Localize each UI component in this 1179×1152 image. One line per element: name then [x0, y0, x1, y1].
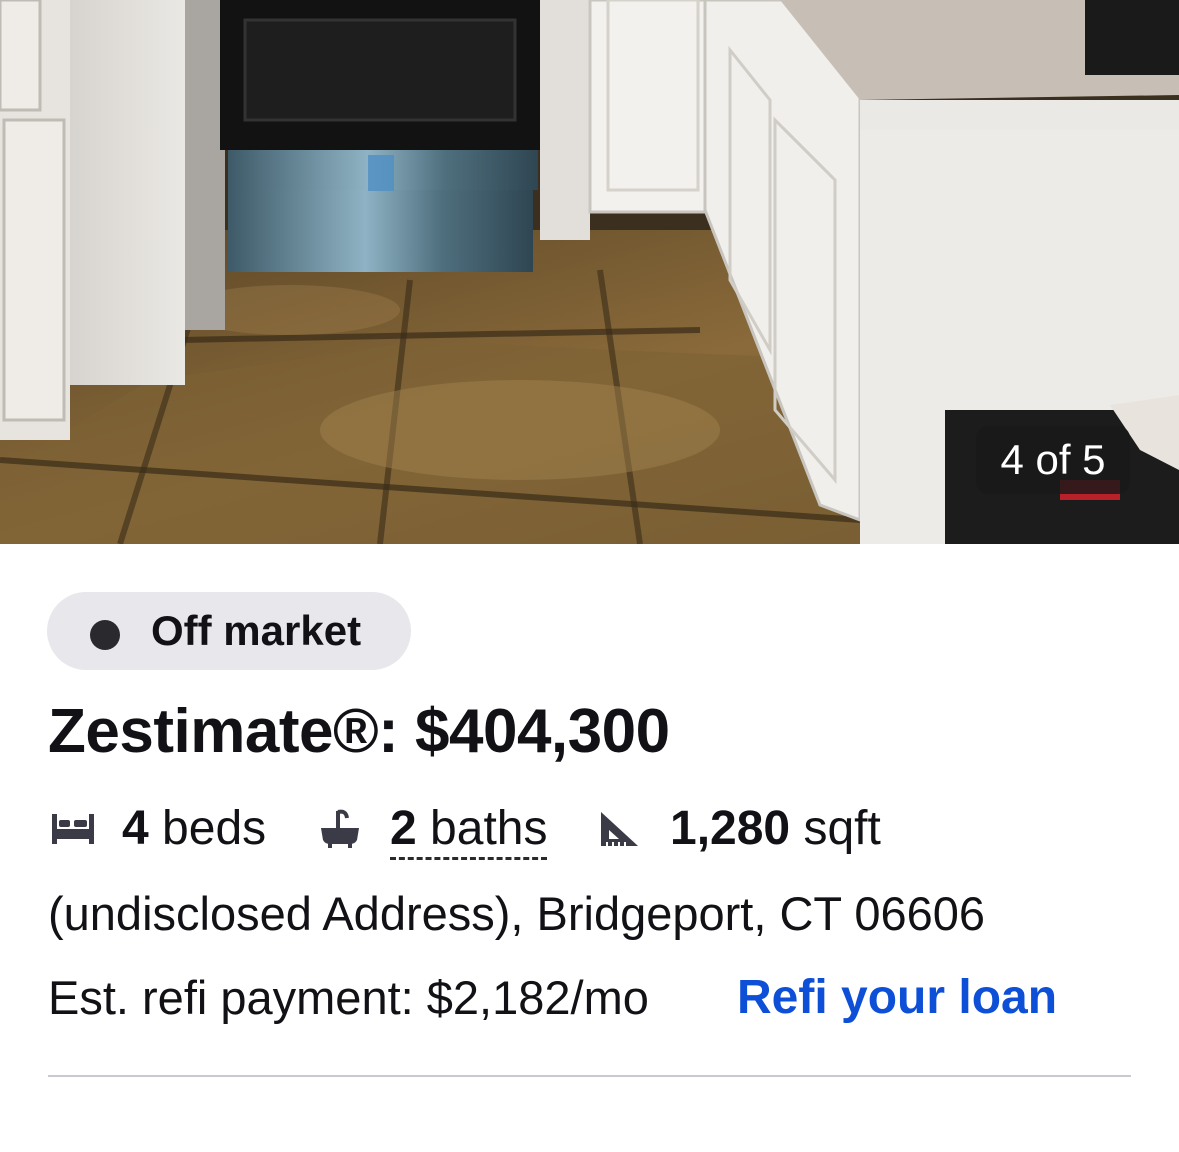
listing-photo[interactable]: 4 of 5: [0, 0, 1179, 544]
ruler-triangle-icon: [598, 808, 642, 855]
bathtub-icon: [318, 808, 362, 855]
baths-fact[interactable]: 2 baths: [390, 800, 548, 860]
refi-your-loan-link[interactable]: Refi your loan: [737, 968, 1057, 1028]
property-address: (undisclosed Address), Bridgeport, CT 06…: [48, 887, 986, 940]
bed-icon: [50, 808, 96, 853]
status-dot-icon: [90, 620, 120, 650]
photo-counter: 4 of 5: [976, 426, 1130, 494]
baths-value: 2: [390, 802, 417, 855]
sqft-unit: sqft: [803, 802, 881, 855]
baths-unit: baths: [430, 802, 548, 855]
beds-fact: 4 beds: [122, 800, 266, 858]
beds-unit: beds: [162, 802, 267, 855]
refi-payment-text: Est. refi payment: $2,182/mo: [48, 971, 649, 1024]
beds-value: 4: [122, 802, 149, 855]
sqft-fact: 1,280 sqft: [670, 800, 881, 858]
status-label: Off market: [151, 607, 362, 654]
sqft-value: 1,280: [670, 802, 791, 855]
section-divider: [48, 1075, 1131, 1077]
refi-row: Est. refi payment: $2,182/mo Refi your l…: [48, 968, 1057, 1028]
zestimate-price: Zestimate®: $404,300: [48, 697, 670, 766]
home-facts: 4 beds 2 baths 1,280 sqft: [48, 800, 1148, 860]
